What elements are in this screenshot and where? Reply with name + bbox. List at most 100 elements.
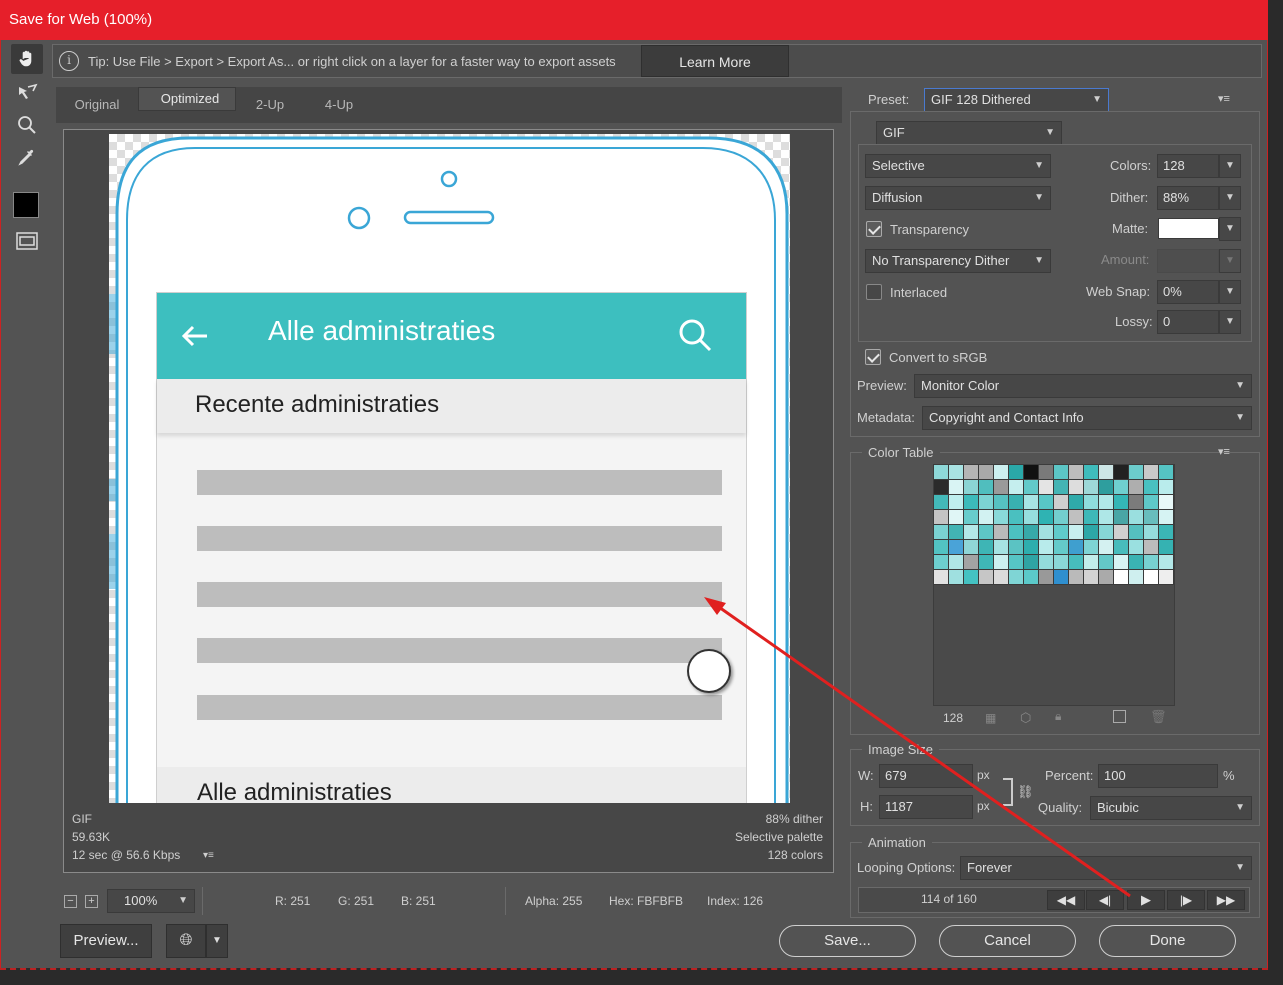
color-swatch[interactable] bbox=[949, 465, 964, 480]
color-swatch[interactable] bbox=[1084, 495, 1099, 510]
matte-dropdown[interactable]: ▼ bbox=[1219, 217, 1241, 241]
color-swatch[interactable] bbox=[1114, 465, 1129, 480]
color-swatch[interactable] bbox=[994, 570, 1009, 585]
color-swatch[interactable] bbox=[1039, 480, 1054, 495]
color-swatch[interactable] bbox=[934, 510, 949, 525]
browser-menu-dropdown[interactable]: ▼ bbox=[206, 924, 228, 958]
color-swatch[interactable] bbox=[1114, 555, 1129, 570]
color-swatch[interactable] bbox=[964, 555, 979, 570]
quality-select[interactable]: Bicubic ▼ bbox=[1090, 796, 1252, 820]
color-swatch[interactable] bbox=[1069, 510, 1084, 525]
color-swatch[interactable] bbox=[1114, 525, 1129, 540]
color-swatch[interactable] bbox=[1114, 510, 1129, 525]
color-swatch[interactable] bbox=[964, 570, 979, 585]
color-swatch[interactable] bbox=[934, 555, 949, 570]
color-swatch[interactable] bbox=[949, 540, 964, 555]
tab-original[interactable]: Original bbox=[56, 87, 138, 123]
color-swatch[interactable] bbox=[1009, 510, 1024, 525]
color-swatch[interactable] bbox=[1129, 525, 1144, 540]
cube-icon[interactable]: ⬡ bbox=[1020, 710, 1031, 726]
color-swatch[interactable] bbox=[934, 480, 949, 495]
color-swatch[interactable] bbox=[1159, 495, 1174, 510]
download-speed-menu-icon[interactable]: ▾≡ bbox=[203, 850, 214, 861]
previous-frame-button[interactable]: ◀| bbox=[1086, 890, 1124, 910]
color-swatch[interactable] bbox=[949, 480, 964, 495]
color-swatch[interactable] bbox=[1009, 495, 1024, 510]
last-frame-button[interactable]: ▶▶ bbox=[1207, 890, 1245, 910]
color-swatch[interactable] bbox=[1054, 525, 1069, 540]
web-snap-dropdown[interactable]: ▼ bbox=[1219, 280, 1241, 304]
color-swatch[interactable] bbox=[1144, 495, 1159, 510]
color-swatch[interactable] bbox=[994, 525, 1009, 540]
color-swatch[interactable] bbox=[1144, 525, 1159, 540]
color-swatch[interactable] bbox=[1024, 495, 1039, 510]
color-swatch[interactable] bbox=[994, 510, 1009, 525]
format-select[interactable]: GIF ▼ bbox=[876, 121, 1062, 145]
color-swatch[interactable] bbox=[1054, 480, 1069, 495]
tab-4-up[interactable]: 4-Up bbox=[304, 87, 374, 123]
color-swatch[interactable] bbox=[1084, 525, 1099, 540]
eyedropper-color-swatch[interactable] bbox=[13, 192, 39, 218]
color-reduction-select[interactable]: Selective ▼ bbox=[865, 154, 1051, 178]
color-swatch[interactable] bbox=[1039, 495, 1054, 510]
zoom-tool[interactable] bbox=[11, 110, 43, 140]
color-swatch[interactable] bbox=[1024, 555, 1039, 570]
color-swatch[interactable] bbox=[1069, 465, 1084, 480]
color-swatch[interactable] bbox=[1099, 480, 1114, 495]
color-swatch[interactable] bbox=[1129, 495, 1144, 510]
color-swatch[interactable] bbox=[994, 495, 1009, 510]
color-swatch[interactable] bbox=[1129, 555, 1144, 570]
color-swatch[interactable] bbox=[1129, 510, 1144, 525]
color-swatch[interactable] bbox=[979, 525, 994, 540]
learn-more-button[interactable]: Learn More bbox=[641, 45, 789, 77]
color-swatch[interactable] bbox=[949, 510, 964, 525]
color-swatch[interactable] bbox=[964, 495, 979, 510]
eyedropper-tool[interactable] bbox=[11, 142, 43, 172]
colors-dropdown[interactable]: ▼ bbox=[1219, 154, 1241, 178]
tab-2-up[interactable]: 2-Up bbox=[236, 87, 304, 123]
height-field[interactable]: 1187 bbox=[879, 795, 973, 819]
color-swatch[interactable] bbox=[1069, 480, 1084, 495]
preview-color-select[interactable]: Monitor Color ▼ bbox=[914, 374, 1252, 398]
new-color-icon[interactable] bbox=[1113, 710, 1126, 723]
color-swatch[interactable] bbox=[1159, 510, 1174, 525]
color-swatch[interactable] bbox=[1159, 570, 1174, 585]
color-swatch[interactable] bbox=[1009, 465, 1024, 480]
color-swatch[interactable] bbox=[1144, 570, 1159, 585]
transparency-checkbox[interactable] bbox=[866, 221, 882, 237]
color-swatch[interactable] bbox=[1114, 570, 1129, 585]
color-swatch[interactable] bbox=[1159, 555, 1174, 570]
color-swatch[interactable] bbox=[1129, 465, 1144, 480]
lossy-dropdown[interactable]: ▼ bbox=[1219, 310, 1241, 334]
color-swatch[interactable] bbox=[934, 525, 949, 540]
color-swatch[interactable] bbox=[1024, 525, 1039, 540]
color-swatch[interactable] bbox=[1009, 480, 1024, 495]
color-swatch[interactable] bbox=[979, 570, 994, 585]
color-swatch[interactable] bbox=[979, 495, 994, 510]
percent-field[interactable]: 100 bbox=[1098, 764, 1218, 788]
color-swatch[interactable] bbox=[1144, 480, 1159, 495]
color-swatch[interactable] bbox=[1024, 480, 1039, 495]
matte-color-swatch[interactable] bbox=[1158, 218, 1219, 239]
color-swatch[interactable] bbox=[1039, 540, 1054, 555]
color-swatch[interactable] bbox=[1099, 510, 1114, 525]
color-swatch[interactable] bbox=[1024, 465, 1039, 480]
color-swatch[interactable] bbox=[1084, 540, 1099, 555]
color-swatch[interactable] bbox=[1009, 540, 1024, 555]
colors-field[interactable]: 128 bbox=[1157, 154, 1219, 178]
dither-algorithm-select[interactable]: Diffusion ▼ bbox=[865, 186, 1051, 210]
color-swatch[interactable] bbox=[1039, 555, 1054, 570]
color-swatch[interactable] bbox=[949, 525, 964, 540]
preview-button[interactable]: Preview... bbox=[60, 924, 152, 958]
preset-select[interactable]: GIF 128 Dithered ▼ bbox=[924, 88, 1109, 112]
color-swatch[interactable] bbox=[1039, 570, 1054, 585]
color-swatch[interactable] bbox=[1114, 480, 1129, 495]
color-swatch[interactable] bbox=[1099, 465, 1114, 480]
trash-icon[interactable]: 🗑︎ bbox=[1150, 709, 1167, 725]
color-swatch[interactable] bbox=[1039, 525, 1054, 540]
color-swatch[interactable] bbox=[1129, 480, 1144, 495]
color-swatch[interactable] bbox=[964, 465, 979, 480]
color-swatch[interactable] bbox=[1069, 525, 1084, 540]
color-swatch[interactable] bbox=[1054, 540, 1069, 555]
interlaced-checkbox[interactable] bbox=[866, 284, 882, 300]
